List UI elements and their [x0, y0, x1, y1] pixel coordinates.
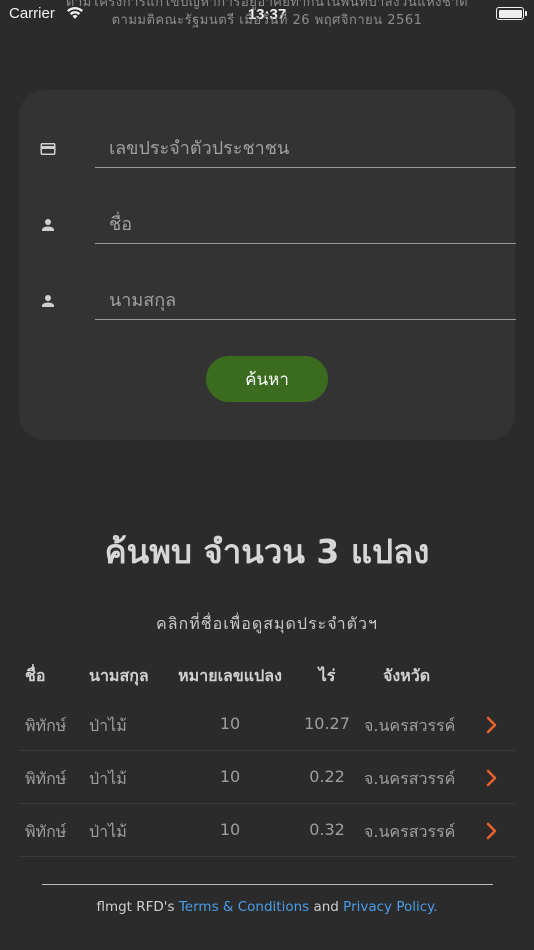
- footer-and: and: [313, 899, 339, 915]
- last-name-input[interactable]: [95, 282, 516, 320]
- first-name-field-row: [39, 206, 516, 246]
- cell-rai: 0.22: [309, 767, 345, 786]
- chevron-right-icon[interactable]: [485, 821, 499, 841]
- column-header-rai: ไร่: [318, 666, 336, 685]
- cell-last-name: ป่าไม้: [89, 716, 127, 735]
- table-row[interactable]: พิทักษ์ ป่าไม้ 10 0.22 จ.นครสวรรค์: [19, 751, 515, 804]
- column-header-province: จังหวัด: [383, 666, 431, 685]
- column-header-last-name: นามสกุล: [89, 666, 149, 685]
- results-table: ชื่อ นามสกุล หมายเลขแปลง ไร่ จังหวัด พิท…: [19, 656, 515, 857]
- cell-province: จ.นครสวรรค์: [364, 716, 456, 735]
- credit-card-icon: [40, 143, 56, 155]
- cell-plot-number: 10: [219, 714, 241, 733]
- last-name-field-row: [39, 282, 516, 322]
- table-row[interactable]: พิทักษ์ ป่าไม้ 10 0.32 จ.นครสวรรค์: [19, 804, 515, 857]
- cell-province: จ.นครสวรรค์: [364, 822, 456, 841]
- header-line-2: ตามมติคณะรัฐมนตรี เมื่อวันที่ 26 พฤศจิกา…: [111, 13, 423, 28]
- person-icon: [42, 295, 54, 307]
- cell-last-name: ป่าไม้: [89, 769, 127, 788]
- cell-rai: 10.27: [304, 714, 350, 733]
- chevron-right-icon[interactable]: [485, 768, 499, 788]
- cell-last-name: ป่าไม้: [89, 822, 127, 841]
- table-header: ชื่อ นามสกุล หมายเลขแปลง ไร่ จังหวัด: [19, 656, 515, 698]
- id-number-input[interactable]: [95, 130, 516, 168]
- column-header-plot-number: หมายเลขแปลง: [178, 666, 282, 685]
- search-form-card: ค้นหา: [19, 90, 516, 440]
- chevron-right-icon[interactable]: [485, 715, 499, 735]
- result-count-title: ค้นพบ จำนวน 3 แปลง: [104, 532, 430, 571]
- cell-rai: 0.32: [309, 820, 345, 839]
- footer-prefix: flmgt RFD's: [96, 899, 175, 915]
- cell-plot-number: 10: [219, 820, 241, 839]
- terms-link[interactable]: Terms & Conditions: [179, 899, 309, 915]
- column-header-first-name: ชื่อ: [25, 666, 46, 685]
- table-row[interactable]: พิทักษ์ ป่าไม้ 10 10.27 จ.นครสวรรค์: [19, 698, 515, 751]
- footer-suffix: .: [433, 899, 438, 915]
- result-hint: คลิกที่ชื่อเพื่อดูสมุดประจำตัวฯ: [156, 614, 378, 633]
- person-icon: [42, 219, 54, 231]
- cell-first-name[interactable]: พิทักษ์: [25, 820, 66, 845]
- cell-first-name[interactable]: พิทักษ์: [25, 767, 66, 792]
- footer: flmgt RFD's Terms & Conditions and Priva…: [0, 899, 534, 915]
- page-header: ตามโครงการแก้ไขปัญหาการอยู่อาศัยทำกินในพ…: [0, 0, 534, 30]
- cell-province: จ.นครสวรรค์: [364, 769, 456, 788]
- cell-first-name[interactable]: พิทักษ์: [25, 714, 66, 739]
- first-name-input[interactable]: [95, 206, 516, 244]
- cell-plot-number: 10: [219, 767, 241, 786]
- search-button[interactable]: ค้นหา: [206, 356, 328, 402]
- id-field-row: [39, 130, 516, 170]
- privacy-link[interactable]: Privacy Policy: [343, 899, 433, 915]
- header-line-1: ตามโครงการแก้ไขปัญหาการอยู่อาศัยทำกินในพ…: [65, 0, 469, 10]
- footer-divider: [42, 884, 493, 885]
